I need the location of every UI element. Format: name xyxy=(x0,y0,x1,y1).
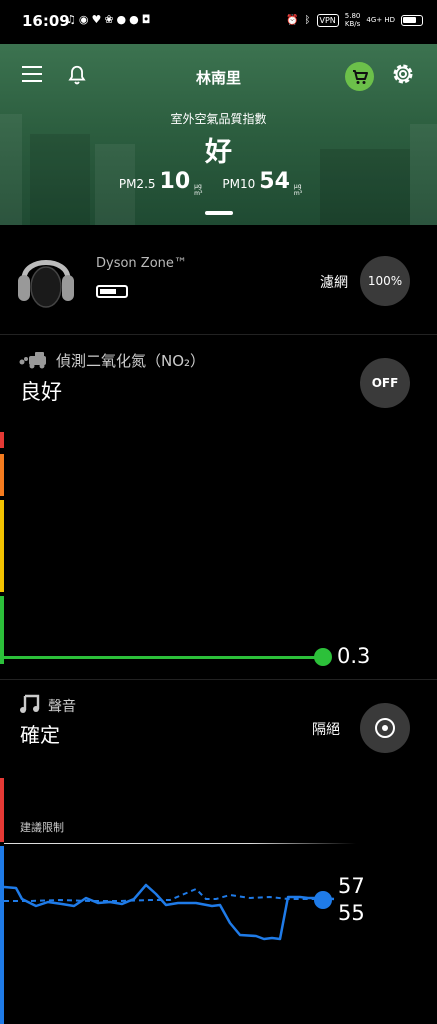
sound-title: 聲音 xyxy=(48,699,76,715)
sound-section: 聲音 確定 隔絕 建議限制 57 55 xyxy=(0,681,437,1024)
no2-band-red xyxy=(0,432,4,448)
sound-current-line xyxy=(3,883,335,941)
no2-title: 偵測二氧化氮（NO₂） xyxy=(56,352,206,370)
music-note-icon xyxy=(20,694,40,713)
pm25-value: 10 xyxy=(159,169,191,194)
outdoor-air-quality-header: 林南里 室外空氣品質指數 好 PM2.5 10 µg m³ PM10 54 µg m… xyxy=(0,44,437,225)
net-speed: 5.80 KB/s xyxy=(344,12,361,28)
no2-section: 偵測二氧化氮（NO₂） 良好 OFF 0.3 xyxy=(0,336,437,680)
pm25-unit: µg m³ xyxy=(194,183,203,197)
status-right: ⏰ ᛒ VPN 5.80 KB/s 4G+ HD xyxy=(286,12,423,28)
filter-level-button[interactable]: 100% xyxy=(360,256,410,306)
pm10-label: PM10 xyxy=(222,177,256,191)
status-time: 16:09 xyxy=(22,12,70,30)
sound-level-chart xyxy=(3,883,335,941)
cart-button[interactable] xyxy=(345,62,374,91)
no2-band-orange xyxy=(0,454,4,496)
sound-status: 確定 xyxy=(20,723,60,747)
settings-gear-icon[interactable] xyxy=(390,61,416,87)
no2-band-yellow xyxy=(0,500,4,592)
device-battery-icon xyxy=(96,285,128,298)
recommended-limit-label: 建議限制 xyxy=(20,821,64,834)
aq-index-value: 好 xyxy=(205,137,232,168)
device-name: Dyson Zone™ xyxy=(96,256,187,271)
alarm-icon: ⏰ xyxy=(286,14,299,26)
pm-readings: PM2.5 10 µg m³ PM10 54 µg m³ xyxy=(0,169,437,197)
no2-level-marker xyxy=(314,648,332,666)
sound-current-marker xyxy=(314,891,332,909)
headphones-image xyxy=(18,260,74,308)
sound-current-value: 57 xyxy=(338,874,365,898)
no2-status: 良好 xyxy=(20,380,62,404)
signal-indicator: 4G+ HD xyxy=(366,16,395,24)
no2-off-button[interactable]: OFF xyxy=(360,358,410,408)
cart-icon xyxy=(353,70,368,84)
pm25-label: PM2.5 xyxy=(118,177,156,191)
isolation-mode-label: 隔絕 xyxy=(312,722,340,738)
pm10-value: 54 xyxy=(259,169,290,194)
no2-value: 0.3 xyxy=(337,644,371,668)
isolation-mode-button[interactable] xyxy=(360,703,410,753)
sound-average-value: 55 xyxy=(338,901,365,925)
pm10-unit: µg m³ xyxy=(293,183,303,197)
battery-icon xyxy=(401,14,423,26)
status-bar: 16:09 ♫◉♥❀●●◘ ⏰ ᛒ VPN 5.80 KB/s 4G+ HD xyxy=(0,0,437,44)
aq-index-label: 室外空氣品質指數 xyxy=(170,112,267,126)
device-card[interactable]: Dyson Zone™ 濾網 100% xyxy=(0,225,437,335)
filter-label: 濾網 xyxy=(320,275,348,291)
notification-icons: ♫◉♥❀●●◘ xyxy=(66,13,154,26)
sound-average-line xyxy=(4,887,334,902)
recommended-limit-line xyxy=(4,843,356,844)
vpn-badge: VPN xyxy=(316,13,339,27)
no2-band-green xyxy=(0,596,4,664)
no2-level-line xyxy=(4,656,322,659)
car-exhaust-icon xyxy=(19,352,46,369)
page-indicator xyxy=(205,211,233,215)
bluetooth-icon: ᛒ xyxy=(304,14,311,26)
sound-band-red xyxy=(0,778,4,842)
